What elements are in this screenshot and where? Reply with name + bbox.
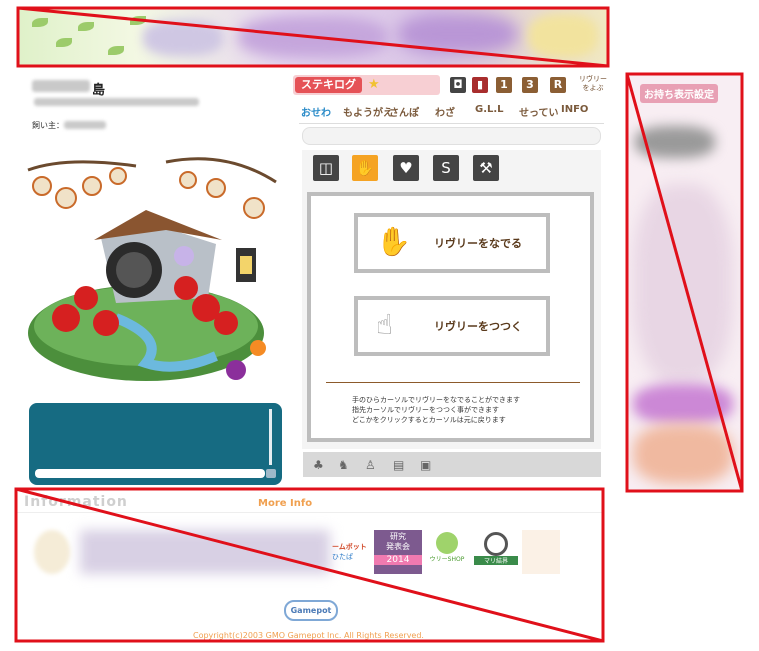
box-icon[interactable]: ▣ — [420, 458, 431, 472]
extra-banner[interactable] — [522, 530, 560, 574]
message-bar — [302, 127, 601, 145]
research-banner-year: 2014 — [374, 555, 422, 565]
heart-icon[interactable]: ♥ — [393, 155, 419, 181]
tab-osewa[interactable]: おせわ — [301, 104, 331, 119]
ring-banner-label: マリ結界 — [474, 556, 518, 565]
tab-info[interactable]: INFO — [561, 104, 588, 115]
chat-box — [29, 403, 282, 485]
info-thumbnail-redacted — [34, 530, 70, 574]
camera-icon[interactable]: ◘ — [450, 77, 466, 93]
ring-banner[interactable]: マリ結界 — [474, 530, 518, 574]
tab-gll[interactable]: G.L.L — [475, 104, 504, 115]
tool-icon[interactable]: ⚒ — [473, 155, 499, 181]
tab-bar: おせわ もようがえ さんぽ わざ G.L.L せってい INFO — [299, 101, 604, 124]
chat-scrollbar[interactable] — [269, 409, 272, 465]
chat-input[interactable] — [35, 469, 265, 478]
poke-riviera-label: リヴリーをつつく — [434, 320, 522, 333]
tab-settei[interactable]: せってい — [519, 104, 559, 119]
island-address-redacted — [34, 98, 199, 106]
owner-name-redacted — [64, 121, 106, 129]
pet-riviera-label: リヴリーをなでる — [434, 237, 522, 250]
hand-icon[interactable]: ✋ — [352, 155, 378, 181]
island-name-redacted — [32, 80, 90, 92]
spiral-icon — [484, 532, 508, 556]
r-icon[interactable]: R — [550, 77, 566, 93]
plant-icon[interactable]: ♣ — [313, 458, 324, 472]
swan-icon[interactable]: S — [433, 155, 459, 181]
gamepot-banner-sub: ひたぱ — [332, 553, 353, 561]
island-scene[interactable] — [26, 148, 280, 388]
instruction-line: 指先カーソルでリヴリーをつつく事ができます — [352, 406, 499, 414]
info-divider — [16, 512, 602, 513]
calendar-3-icon[interactable]: 3 — [522, 77, 538, 93]
shop-banner-label: ウリーSHOP — [429, 556, 465, 563]
gamepot-banner[interactable]: ームポット ひたぱ — [332, 530, 370, 574]
stekilog-bar[interactable]: ステキログ ★ — [293, 75, 440, 95]
animal-icon[interactable]: ♞ — [338, 458, 349, 472]
pet-riviera-button[interactable]: ✋ リヴリーをなでる — [354, 213, 550, 273]
stekilog-label[interactable]: ステキログ — [295, 77, 362, 93]
food-icon[interactable]: ◫ — [313, 155, 339, 181]
shop-logo-icon — [436, 532, 458, 554]
copyright-text: Copyright(c)2003 GMO Gamepot Inc. All Ri… — [193, 631, 424, 640]
pointing-hand-icon: ☝ — [376, 308, 394, 341]
star-icon: ★ — [368, 77, 380, 92]
instruction-line: どこかをクリックするとカーソルは元に戻ります — [352, 416, 506, 424]
info-banner-redacted — [80, 530, 330, 574]
divider — [326, 382, 580, 383]
palm-hand-icon: ✋ — [376, 225, 411, 258]
research-banner[interactable]: 研究 発表会 2014 — [374, 530, 422, 574]
call-riviera-button[interactable]: リヴリーをよぶ — [578, 75, 608, 93]
more-info-link[interactable]: More Info — [258, 498, 312, 509]
information-title: Information — [24, 494, 128, 510]
tab-moyougae[interactable]: もようがえ — [343, 104, 393, 119]
gamepot-banner-label: ームポット — [332, 543, 367, 551]
right-sidebar-title: お持ち表示設定 — [640, 84, 718, 103]
top-banner — [18, 8, 608, 66]
book-icon[interactable]: ▮ — [472, 77, 488, 93]
tab-waza[interactable]: わざ — [435, 104, 455, 119]
gamepot-logo[interactable]: Gamepot — [284, 600, 338, 621]
book-icon[interactable]: ▤ — [393, 458, 404, 472]
instruction-line: 手のひらカーソルでリヴリーをなでることができます — [352, 396, 520, 404]
chat-send-button[interactable] — [266, 469, 276, 478]
tab-sanpo[interactable]: さんぽ — [389, 104, 419, 119]
island-name: 島 — [92, 83, 106, 98]
right-sidebar — [627, 74, 742, 491]
clothes-icon[interactable]: ♙ — [365, 458, 376, 472]
research-banner-label: 研究 発表会 — [386, 532, 410, 551]
shop-banner[interactable]: ウリーSHOP — [427, 530, 467, 574]
poke-riviera-button[interactable]: ☝ リヴリーをつつく — [354, 296, 550, 356]
owner-label: 飼い主： — [32, 121, 64, 130]
calendar-1-icon[interactable]: 1 — [496, 77, 512, 93]
